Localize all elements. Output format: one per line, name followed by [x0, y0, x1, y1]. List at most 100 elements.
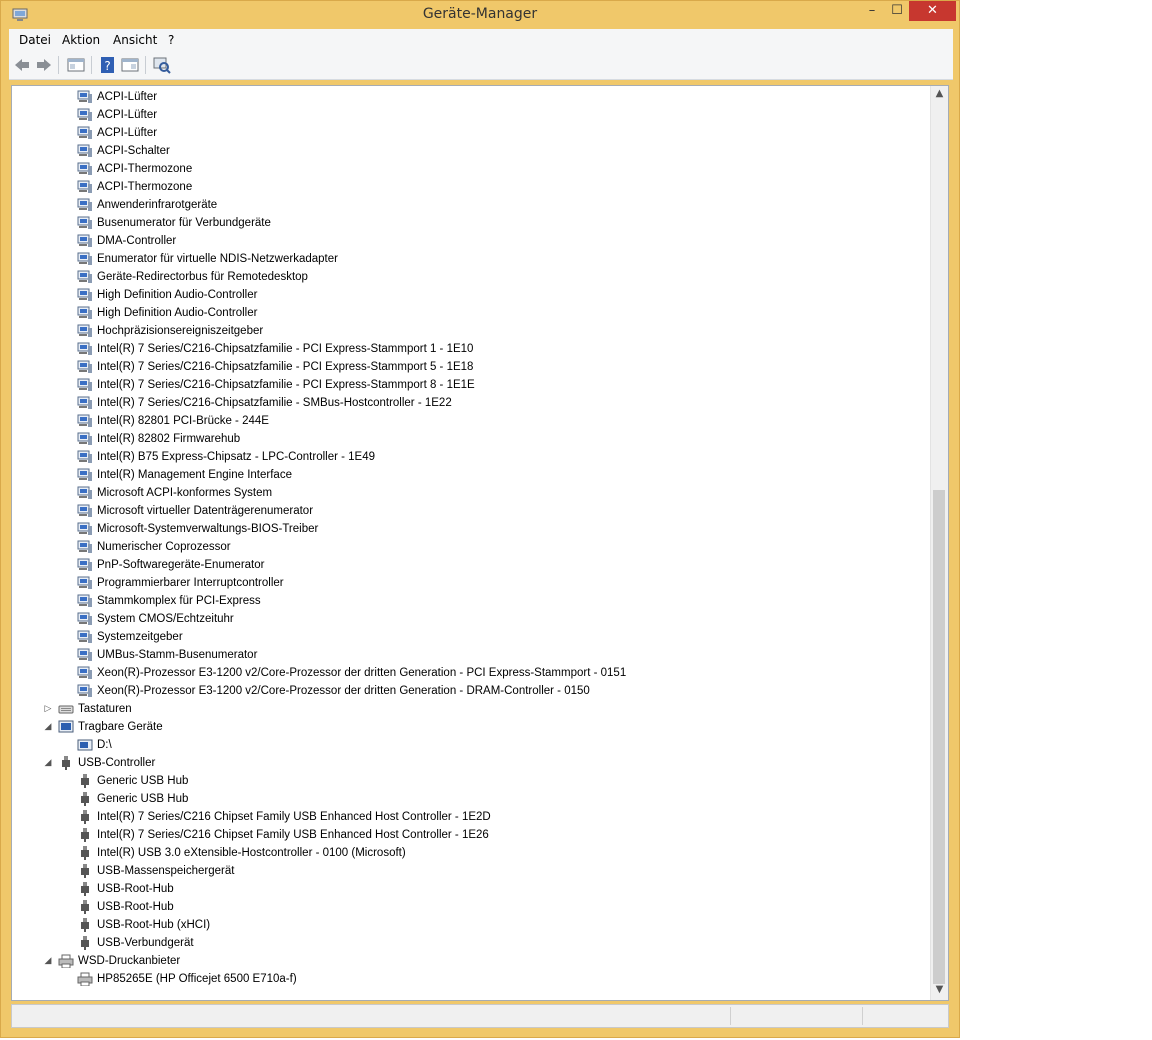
tree-item-usb-device[interactable]: Generic USB Hub — [12, 790, 912, 808]
tree-item-system-device[interactable]: Numerischer Coprozessor — [12, 538, 912, 556]
tree-item-label: Stammkomplex für PCI-Express — [97, 595, 261, 607]
tree-item-label: Numerischer Coprozessor — [97, 541, 231, 553]
tree-item-usb-device[interactable]: Intel(R) 7 Series/C216 Chipset Family US… — [12, 808, 912, 826]
tree-item-system-device[interactable]: ACPI-Thermozone — [12, 178, 912, 196]
tree-item-usb-device[interactable]: USB-Root-Hub — [12, 898, 912, 916]
tree-item-label: USB-Controller — [78, 757, 156, 769]
collapse-arrow-icon[interactable]: ◢ — [42, 754, 54, 772]
tree-category-usb-controller[interactable]: ◢ USB-Controller — [12, 754, 912, 772]
tree-item-system-device[interactable]: ACPI-Thermozone — [12, 160, 912, 178]
scan-hardware-icon[interactable] — [153, 56, 171, 74]
system-device-icon — [77, 342, 92, 355]
tree-item-system-device[interactable]: Stammkomplex für PCI-Express — [12, 592, 912, 610]
system-device-icon — [77, 144, 92, 157]
tree-category-keyboards[interactable]: ▷ Tastaturen — [12, 700, 912, 718]
system-device-icon — [77, 396, 92, 409]
forward-arrow-icon[interactable] — [35, 56, 53, 74]
system-device-icon — [77, 108, 92, 121]
tree-item-label: HP85265E (HP Officejet 6500 E710a-f) — [97, 973, 297, 985]
scroll-down-button[interactable]: ▼ — [931, 984, 948, 998]
expand-arrow-icon[interactable]: ▷ — [42, 700, 54, 718]
drive-icon — [77, 739, 93, 751]
back-arrow-icon[interactable] — [13, 56, 31, 74]
system-device-icon — [77, 630, 92, 643]
tree-item-system-device[interactable]: System CMOS/Echtzeituhr — [12, 610, 912, 628]
tree-item-system-device[interactable]: Busenumerator für Verbundgeräte — [12, 214, 912, 232]
collapse-arrow-icon[interactable]: ◢ — [42, 952, 54, 970]
tree-item-system-device[interactable]: Systemzeitgeber — [12, 628, 912, 646]
tree-item-system-device[interactable]: Geräte-Redirectorbus für Remotedesktop — [12, 268, 912, 286]
title-bar[interactable]: Geräte-Manager – ☐ ✕ — [1, 1, 959, 29]
toolbar-separator — [58, 56, 59, 74]
tree-item-system-device[interactable]: ACPI-Lüfter — [12, 124, 912, 142]
menu-datei[interactable]: Datei — [19, 33, 51, 47]
system-device-icon — [77, 90, 92, 103]
close-button[interactable]: ✕ — [909, 1, 956, 21]
tree-item-system-device[interactable]: Anwenderinfrarotgeräte — [12, 196, 912, 214]
console-tree-icon[interactable] — [67, 56, 85, 74]
vertical-scrollbar[interactable]: ▲ ▼ — [930, 86, 948, 1000]
tree-item-printer[interactable]: HP85265E (HP Officejet 6500 E710a-f) — [12, 970, 912, 988]
device-tree-view[interactable]: ACPI-Lüfter ACPI-Lüfter ACPI-Lüfter ACPI-Sc… — [11, 85, 949, 1001]
properties-icon[interactable] — [121, 56, 139, 74]
tree-item-usb-device[interactable]: USB-Massenspeichergerät — [12, 862, 912, 880]
tree-item-label: Xeon(R)-Prozessor E3-1200 v2/Core-Prozes… — [97, 685, 590, 697]
tree-item-system-device[interactable]: ACPI-Lüfter — [12, 106, 912, 124]
scroll-up-button[interactable]: ▲ — [931, 88, 948, 102]
tree-category-wsd-printers[interactable]: ◢ WSD-Druckanbieter — [12, 952, 912, 970]
tree-item-system-device[interactable]: Intel(R) 7 Series/C216-Chipsatzfamilie -… — [12, 376, 912, 394]
tree-item-label: Intel(R) 7 Series/C216-Chipsatzfamilie -… — [97, 379, 475, 391]
tree-item-label: PnP-Softwaregeräte-Enumerator — [97, 559, 265, 571]
tree-item-usb-device[interactable]: USB-Verbundgerät — [12, 934, 912, 952]
tree-item-system-device[interactable]: Microsoft ACPI-konformes System — [12, 484, 912, 502]
tree-item-system-device[interactable]: Microsoft virtueller Datenträgerenumerat… — [12, 502, 912, 520]
tree-item-system-device[interactable]: ACPI-Lüfter — [12, 88, 912, 106]
tree-item-label: Microsoft-Systemverwaltungs-BIOS-Treiber — [97, 523, 319, 535]
tree-item-system-device[interactable]: Enumerator für virtuelle NDIS-Netzwerkad… — [12, 250, 912, 268]
tree-category-portable-devices[interactable]: ◢ Tragbare Geräte — [12, 718, 912, 736]
usb-icon — [81, 882, 89, 896]
scroll-thumb[interactable] — [933, 490, 945, 984]
tree-item-system-device[interactable]: Intel(R) 82802 Firmwarehub — [12, 430, 912, 448]
menu-aktion[interactable]: Aktion — [62, 33, 100, 47]
tree-item-system-device[interactable]: Intel(R) 7 Series/C216-Chipsatzfamilie -… — [12, 340, 912, 358]
tree-item-system-device[interactable]: Microsoft-Systemverwaltungs-BIOS-Treiber — [12, 520, 912, 538]
tree-item-system-device[interactable]: Intel(R) 82801 PCI-Brücke - 244E — [12, 412, 912, 430]
tree-item-system-device[interactable]: Intel(R) B75 Express-Chipsatz - LPC-Cont… — [12, 448, 912, 466]
system-device-icon — [77, 162, 92, 175]
minimize-button[interactable]: – — [859, 1, 885, 21]
tree-item-system-device[interactable]: Xeon(R)-Prozessor E3-1200 v2/Core-Prozes… — [12, 664, 912, 682]
tree-item-system-device[interactable]: Intel(R) 7 Series/C216-Chipsatzfamilie -… — [12, 358, 912, 376]
tree-item-system-device[interactable]: High Definition Audio-Controller — [12, 304, 912, 322]
tree-item-system-device[interactable]: Xeon(R)-Prozessor E3-1200 v2/Core-Prozes… — [12, 682, 912, 700]
system-device-icon — [77, 252, 92, 265]
usb-icon — [81, 774, 89, 788]
help-icon[interactable]: ? — [99, 56, 117, 74]
tree-item-label: D:\ — [97, 739, 112, 751]
tree-item-system-device[interactable]: ACPI-Schalter — [12, 142, 912, 160]
tree-item-system-device[interactable]: Intel(R) Management Engine Interface — [12, 466, 912, 484]
tree-item-system-device[interactable]: PnP-Softwaregeräte-Enumerator — [12, 556, 912, 574]
keyboard-icon — [58, 705, 74, 714]
collapse-arrow-icon[interactable]: ◢ — [42, 718, 54, 736]
tree-item-label: Intel(R) B75 Express-Chipsatz - LPC-Cont… — [97, 451, 376, 463]
menu-ansicht[interactable]: Ansicht — [113, 33, 157, 47]
tree-item-usb-device[interactable]: Intel(R) 7 Series/C216 Chipset Family US… — [12, 826, 912, 844]
menu-help[interactable]: ? — [168, 33, 174, 47]
system-device-icon — [77, 432, 92, 445]
tree-item-usb-device[interactable]: Generic USB Hub — [12, 772, 912, 790]
tree-item-usb-device[interactable]: USB-Root-Hub — [12, 880, 912, 898]
tree-item-usb-device[interactable]: USB-Root-Hub (xHCI) — [12, 916, 912, 934]
tree-item-system-device[interactable]: Intel(R) 7 Series/C216-Chipsatzfamilie -… — [12, 394, 912, 412]
tree-item-usb-device[interactable]: Intel(R) USB 3.0 eXtensible-Hostcontroll… — [12, 844, 912, 862]
tree-item-system-device[interactable]: UMBus-Stamm-Busenumerator — [12, 646, 912, 664]
tree-item-system-device[interactable]: DMA-Controller — [12, 232, 912, 250]
tree-item-portable-device[interactable]: D:\ — [12, 736, 912, 754]
printer-icon — [58, 954, 74, 968]
tree-item-system-device[interactable]: Programmierbarer Interruptcontroller — [12, 574, 912, 592]
usb-icon — [81, 792, 89, 806]
maximize-button[interactable]: ☐ — [885, 1, 909, 21]
tree-item-system-device[interactable]: Hochpräzisionsereigniszeitgeber — [12, 322, 912, 340]
tree-item-system-device[interactable]: High Definition Audio-Controller — [12, 286, 912, 304]
tree-item-label: Systemzeitgeber — [97, 631, 183, 643]
